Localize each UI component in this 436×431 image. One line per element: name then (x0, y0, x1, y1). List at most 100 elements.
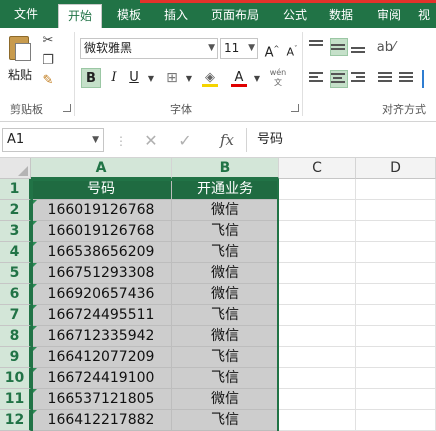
font-name-select[interactable]: 微软雅黑 ▼ (80, 38, 218, 59)
bold-button[interactable]: B (81, 68, 101, 88)
table-cell[interactable]: 飞信 (172, 221, 279, 242)
table-cell[interactable]: 166751293308 (31, 263, 172, 284)
formula-input[interactable]: 号码 (246, 128, 436, 152)
row-header[interactable]: 5 (0, 263, 31, 284)
copy-icon[interactable]: ❐ (40, 54, 56, 68)
table-cell[interactable]: 166537121805 (31, 389, 172, 410)
row-header[interactable]: 2 (0, 200, 31, 221)
empty-cell[interactable] (356, 221, 436, 242)
table-cell[interactable]: 飞信 (172, 410, 279, 431)
tab-formulas[interactable]: 公式 (274, 4, 316, 28)
row-header[interactable]: 1 (0, 179, 31, 200)
empty-cell[interactable] (356, 179, 436, 200)
font-color-icon[interactable]: A (229, 68, 249, 88)
font-size-select[interactable]: 11 ▼ (220, 38, 258, 59)
select-all-button[interactable] (0, 158, 31, 179)
align-top-icon[interactable] (309, 38, 327, 56)
row-header[interactable]: 4 (0, 242, 31, 263)
table-cell[interactable]: 166019126768 (31, 200, 172, 221)
decrease-indent-icon[interactable] (378, 70, 396, 88)
tab-review[interactable]: 审阅 (368, 4, 410, 28)
table-cell[interactable]: 飞信 (172, 305, 279, 326)
tab-data[interactable]: 数据 (320, 4, 362, 28)
column-header-a[interactable]: A (31, 158, 172, 179)
table-cell[interactable]: 微信 (172, 284, 279, 305)
table-cell[interactable]: 飞信 (172, 347, 279, 368)
chevron-down-icon[interactable]: ▼ (143, 72, 159, 86)
table-cell[interactable]: 166712335942 (31, 326, 172, 347)
align-middle-icon[interactable] (330, 38, 348, 56)
empty-cell[interactable] (356, 305, 436, 326)
row-header[interactable]: 3 (0, 221, 31, 242)
table-cell[interactable]: 166920657436 (31, 284, 172, 305)
row-header[interactable]: 10 (0, 368, 31, 389)
tab-home[interactable]: 开始 (58, 4, 102, 29)
paste-button-label[interactable]: 粘贴 (8, 66, 32, 83)
empty-cell[interactable] (356, 263, 436, 284)
table-cell[interactable]: 166538656209 (31, 242, 172, 263)
align-right-icon[interactable] (351, 70, 369, 88)
table-cell[interactable]: 微信 (172, 200, 279, 221)
empty-cell[interactable] (356, 284, 436, 305)
row-header[interactable]: 11 (0, 389, 31, 410)
table-cell[interactable]: 微信 (172, 389, 279, 410)
table-cell[interactable]: 166412217882 (31, 410, 172, 431)
table-header-cell[interactable]: 号码 (31, 179, 172, 200)
row-header[interactable]: 8 (0, 326, 31, 347)
column-header-c[interactable]: C (279, 158, 356, 179)
table-cell[interactable]: 166724495511 (31, 305, 172, 326)
table-cell[interactable]: 166724419100 (31, 368, 172, 389)
empty-cell[interactable] (279, 284, 356, 305)
underline-button[interactable]: U (124, 68, 144, 88)
chevron-down-icon[interactable]: ▼ (181, 72, 197, 86)
align-left-icon[interactable] (309, 70, 327, 88)
phonetic-guide-icon[interactable]: wén 文 (268, 68, 288, 88)
cut-icon[interactable]: ✂ (40, 34, 56, 48)
tab-file[interactable]: 文件 (0, 0, 52, 28)
table-header-cell[interactable]: 开通业务 (172, 179, 279, 200)
grow-font-button[interactable]: A^ (262, 39, 282, 60)
font-launcher-icon[interactable] (291, 104, 299, 112)
table-cell[interactable]: 微信 (172, 326, 279, 347)
row-header[interactable]: 7 (0, 305, 31, 326)
tab-view[interactable]: 视 (412, 4, 436, 28)
table-cell[interactable]: 飞信 (172, 242, 279, 263)
tab-insert[interactable]: 插入 (156, 4, 196, 28)
chevron-down-icon[interactable]: ▼ (249, 72, 265, 86)
empty-cell[interactable] (279, 305, 356, 326)
row-header[interactable]: 12 (0, 410, 31, 431)
table-cell[interactable]: 微信 (172, 263, 279, 284)
empty-cell[interactable] (356, 389, 436, 410)
empty-cell[interactable] (279, 200, 356, 221)
text-orientation-icon[interactable]: ab⁄ (376, 38, 396, 58)
empty-cell[interactable] (279, 389, 356, 410)
align-center-icon[interactable] (330, 70, 348, 88)
column-header-d[interactable]: D (356, 158, 436, 179)
clipboard-launcher-icon[interactable] (63, 104, 71, 112)
empty-cell[interactable] (356, 410, 436, 431)
name-box[interactable]: A1 ▼ (2, 128, 104, 152)
empty-cell[interactable] (279, 410, 356, 431)
format-painter-icon[interactable]: ✎ (40, 74, 56, 88)
insert-function-button[interactable]: fx (214, 128, 240, 152)
paste-icon[interactable] (9, 36, 31, 61)
empty-cell[interactable] (356, 347, 436, 368)
tab-template[interactable]: 模板 (108, 4, 150, 28)
increase-indent-icon[interactable] (399, 70, 417, 88)
empty-cell[interactable] (356, 368, 436, 389)
wrap-text-icon[interactable] (422, 70, 436, 88)
empty-cell[interactable] (279, 221, 356, 242)
empty-cell[interactable] (279, 242, 356, 263)
align-bottom-icon[interactable] (351, 38, 369, 56)
column-header-b[interactable]: B (172, 158, 279, 179)
shrink-font-button[interactable]: Aˇ (282, 39, 302, 59)
empty-cell[interactable] (356, 242, 436, 263)
empty-cell[interactable] (279, 179, 356, 200)
empty-cell[interactable] (356, 200, 436, 221)
row-header[interactable]: 9 (0, 347, 31, 368)
table-cell[interactable]: 166019126768 (31, 221, 172, 242)
empty-cell[interactable] (279, 368, 356, 389)
empty-cell[interactable] (356, 326, 436, 347)
row-header[interactable]: 6 (0, 284, 31, 305)
borders-icon[interactable]: ⊞ (162, 68, 182, 88)
